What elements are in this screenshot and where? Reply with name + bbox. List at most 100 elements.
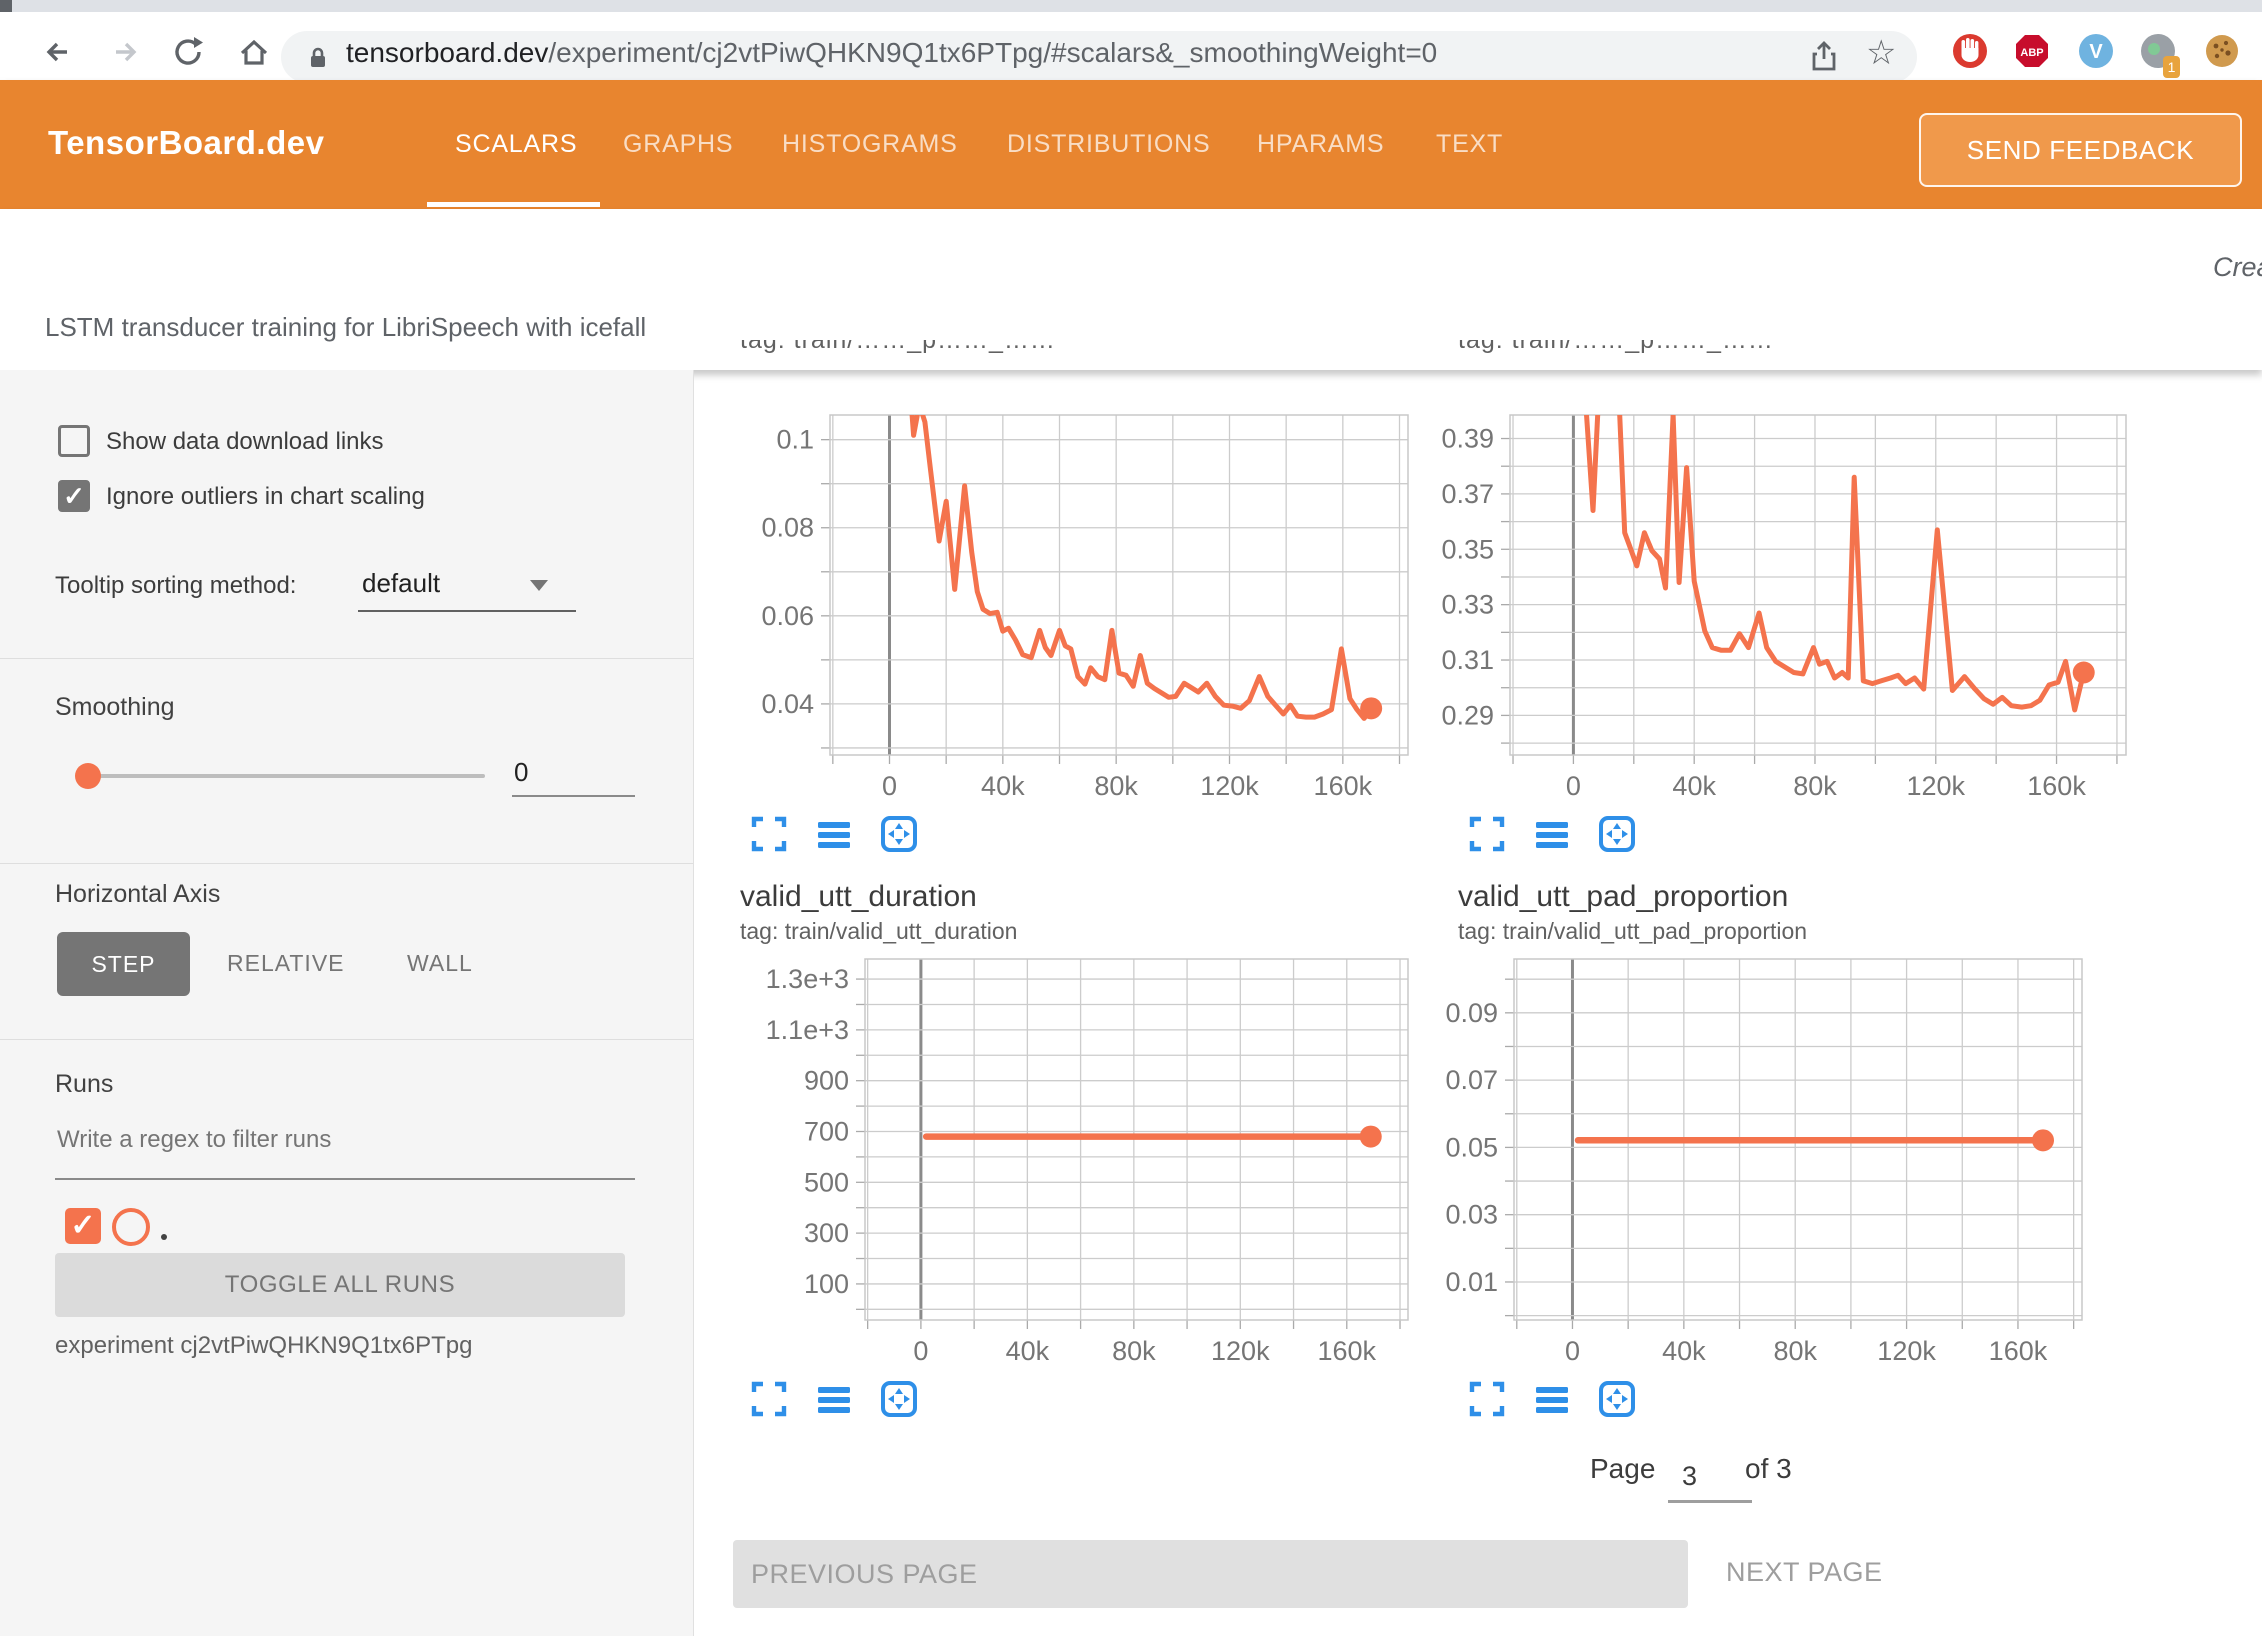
svg-text:0.33: 0.33 bbox=[1441, 590, 1494, 620]
svg-text:0.31: 0.31 bbox=[1441, 645, 1494, 675]
share-icon[interactable] bbox=[1806, 39, 1842, 80]
home-icon[interactable] bbox=[236, 34, 272, 70]
cookie-extension-icon[interactable] bbox=[2204, 33, 2240, 69]
svg-text:0.03: 0.03 bbox=[1445, 1200, 1498, 1230]
bookmark-star-icon[interactable]: ☆ bbox=[1866, 33, 1896, 73]
lock-icon[interactable] bbox=[303, 43, 333, 78]
tab-hparams[interactable]: HPARAMS bbox=[1257, 130, 1384, 159]
tab-histograms[interactable]: HISTOGRAMS bbox=[782, 130, 958, 159]
settings-sidebar: Show data download links ✓ Ignore outlie… bbox=[0, 370, 694, 1636]
page: ☆ tensorboard.dev/experiment/cj2vtPiwQHK… bbox=[0, 0, 2262, 1636]
chart-tag-clipped: tag: train/……_p……_…… bbox=[740, 340, 1260, 356]
svg-text:0.09: 0.09 bbox=[1445, 998, 1498, 1028]
svg-text:40k: 40k bbox=[981, 771, 1025, 801]
axis-wall-button[interactable]: WALL bbox=[407, 950, 473, 977]
axis-relative-button[interactable]: RELATIVE bbox=[227, 950, 345, 977]
expand-chart-icon[interactable] bbox=[750, 1380, 788, 1423]
axis-step-button[interactable]: STEP bbox=[57, 932, 190, 996]
horizontal-axis-label: Horizontal Axis bbox=[55, 880, 220, 909]
run-color-swatch[interactable] bbox=[112, 1208, 150, 1246]
svg-text:160k: 160k bbox=[1314, 771, 1373, 801]
smoothing-label: Smoothing bbox=[55, 693, 175, 722]
smoothing-underline bbox=[512, 795, 635, 797]
expand-chart-icon[interactable] bbox=[750, 815, 788, 858]
fit-domain-icon[interactable] bbox=[1598, 1380, 1636, 1423]
svg-text:100: 100 bbox=[804, 1269, 849, 1299]
ignore-outliers-label: Ignore outliers in chart scaling bbox=[106, 483, 425, 511]
previous-page-button[interactable]: PREVIOUS PAGE bbox=[733, 1540, 1688, 1608]
run-name-label bbox=[161, 1234, 167, 1240]
adblock-extension-icon[interactable] bbox=[1952, 33, 1988, 69]
app-logo[interactable]: TensorBoard.dev bbox=[48, 124, 324, 162]
fit-domain-icon[interactable] bbox=[880, 1380, 918, 1423]
svg-text:1.3e+3: 1.3e+3 bbox=[766, 964, 849, 994]
runs-label: Runs bbox=[55, 1070, 113, 1099]
expand-chart-icon[interactable] bbox=[1468, 815, 1506, 858]
chart-card-valid_utt_pad_proportion: valid_utt_pad_proportiontag: train/valid… bbox=[1418, 870, 2122, 1440]
toggle-y-axis-icon[interactable] bbox=[815, 1380, 853, 1423]
extension-badge: 1 bbox=[2163, 56, 2180, 78]
toggle-y-axis-icon[interactable] bbox=[815, 815, 853, 858]
svg-text:0.05: 0.05 bbox=[1445, 1132, 1498, 1162]
divider bbox=[0, 1039, 693, 1040]
smoothing-value-input[interactable] bbox=[512, 756, 639, 789]
svg-text:160k: 160k bbox=[1317, 1336, 1376, 1366]
smoothing-slider-track[interactable] bbox=[88, 774, 485, 778]
chart-toolbar bbox=[1468, 1380, 1636, 1423]
chart-plot[interactable]: 0.090.070.050.030.01040k80k120k160k bbox=[1418, 959, 2112, 1378]
url-domain: tensorboard.dev bbox=[346, 37, 548, 68]
svg-text:700: 700 bbox=[804, 1116, 849, 1146]
divider bbox=[0, 658, 693, 659]
fit-domain-icon[interactable] bbox=[880, 815, 918, 858]
svg-text:0.29: 0.29 bbox=[1441, 700, 1494, 730]
svg-text:0: 0 bbox=[1566, 771, 1581, 801]
tab-scalars[interactable]: SCALARS bbox=[455, 130, 577, 159]
svg-text:1.1e+3: 1.1e+3 bbox=[766, 1015, 849, 1045]
svg-text:0.35: 0.35 bbox=[1441, 534, 1494, 564]
show-download-label: Show data download links bbox=[106, 428, 384, 456]
back-icon[interactable] bbox=[40, 34, 76, 70]
svg-text:120k: 120k bbox=[1200, 771, 1259, 801]
regex-underline bbox=[55, 1178, 635, 1180]
forward-icon[interactable] bbox=[107, 34, 143, 70]
chart-plot[interactable]: 0.10.080.060.04040k80k120k160k bbox=[700, 415, 1438, 813]
svg-text:0: 0 bbox=[913, 1336, 928, 1366]
next-page-button[interactable]: NEXT PAGE bbox=[1726, 1557, 1883, 1588]
toggle-y-axis-icon[interactable] bbox=[1533, 815, 1571, 858]
svg-text:80k: 80k bbox=[1793, 771, 1837, 801]
chart-toolbar bbox=[750, 815, 918, 858]
svg-text:0: 0 bbox=[882, 771, 897, 801]
reload-icon[interactable] bbox=[170, 34, 206, 70]
svg-text:0.04: 0.04 bbox=[761, 689, 814, 719]
browser-tab-edge bbox=[0, 0, 12, 12]
chevron-down-icon bbox=[530, 580, 548, 591]
tooltip-sorting-select[interactable]: default bbox=[362, 568, 440, 599]
tab-graphs[interactable]: GRAPHS bbox=[623, 130, 733, 159]
chart-toolbar bbox=[750, 1380, 918, 1423]
tab-distributions[interactable]: DISTRIBUTIONS bbox=[1007, 130, 1210, 159]
run-regex-input[interactable] bbox=[55, 1125, 637, 1155]
abp-extension-icon[interactable]: ABP bbox=[2014, 33, 2050, 69]
svg-text:900: 900 bbox=[804, 1066, 849, 1096]
fit-domain-icon[interactable] bbox=[1598, 815, 1636, 858]
v-label: V bbox=[2089, 41, 2103, 63]
abp-label: ABP bbox=[2020, 47, 2043, 59]
ignore-outliers-checkbox[interactable]: ✓ bbox=[58, 480, 90, 512]
chart-plot[interactable]: 0.390.370.350.330.310.29040k80k120k160k bbox=[1418, 415, 2156, 813]
tab-text[interactable]: TEXT bbox=[1436, 130, 1503, 159]
chart-tag-clipped: tag: train/……_p……_…… bbox=[1458, 340, 1978, 356]
chart-plot[interactable]: 1.3e+31.1e+3900700500300100040k80k120k16… bbox=[700, 959, 1438, 1378]
show-download-checkbox[interactable] bbox=[58, 425, 90, 457]
smoothing-slider-thumb[interactable] bbox=[75, 763, 101, 789]
send-feedback-button[interactable]: SEND FEEDBACK bbox=[1919, 113, 2242, 187]
toggle-y-axis-icon[interactable] bbox=[1533, 1380, 1571, 1423]
toggle-all-runs-button[interactable]: TOGGLE ALL RUNS bbox=[55, 1253, 625, 1317]
chart-card-valid_utt_duration: valid_utt_durationtag: train/valid_utt_d… bbox=[700, 870, 1448, 1440]
svg-text:80k: 80k bbox=[1773, 1336, 1817, 1366]
expand-chart-icon[interactable] bbox=[1468, 1380, 1506, 1423]
chart-card-c1: tag: train/……_p……_……0.10.080.060.04040k8… bbox=[700, 340, 1448, 875]
active-tab-underline bbox=[427, 202, 600, 207]
run-checkbox[interactable]: ✓ bbox=[65, 1208, 101, 1244]
page-number-input[interactable] bbox=[1672, 1460, 1754, 1493]
v-extension-icon[interactable]: V bbox=[2078, 33, 2114, 69]
